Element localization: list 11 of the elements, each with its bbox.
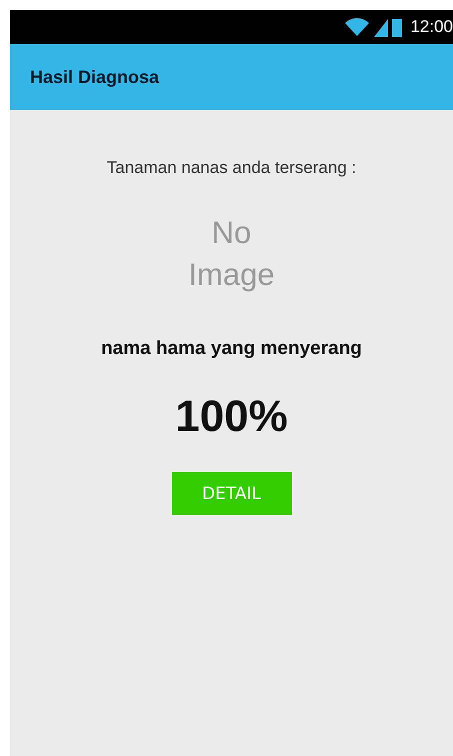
wifi-icon <box>344 17 370 37</box>
detail-button[interactable]: DETAIL <box>172 472 292 515</box>
placeholder-text: Image <box>188 256 275 294</box>
clock-time: 12:00 <box>410 17 453 37</box>
screen-title: Hasil Diagnosa <box>30 66 160 88</box>
pest-name: nama hama yang menyerang <box>101 338 362 360</box>
signal-icon <box>374 17 388 37</box>
placeholder-text: No <box>212 214 252 252</box>
battery-icon <box>392 17 402 37</box>
percentage-text: 100% <box>175 392 288 442</box>
intro-text: Tanaman nanas anda terserang : <box>106 158 356 178</box>
